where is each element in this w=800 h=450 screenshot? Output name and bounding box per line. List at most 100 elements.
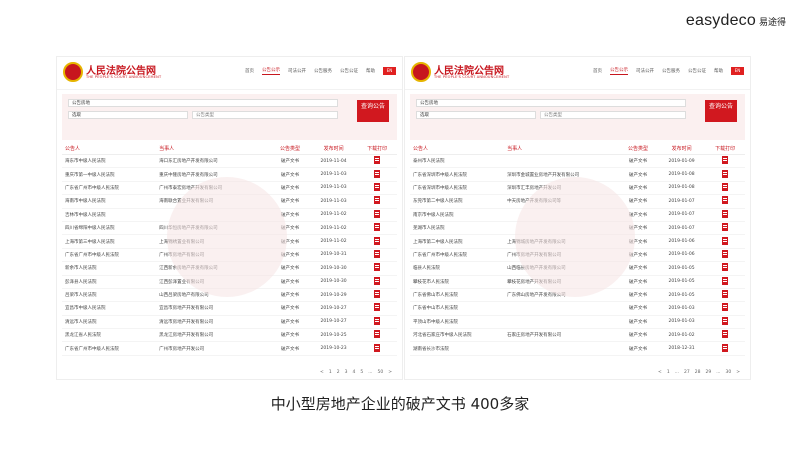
nav-item-announcements[interactable]: 公告公示: [262, 67, 280, 75]
table-row[interactable]: 广东省中山市人民法院 破产文书 2019-01-03: [410, 302, 745, 316]
date-cell: 2019-01-06: [668, 252, 695, 258]
nav-item-announcements[interactable]: 公告公示: [610, 67, 628, 75]
pdf-download-icon[interactable]: [722, 276, 729, 285]
page-link[interactable]: 29: [705, 370, 711, 375]
nav-item-help[interactable]: 帮助: [366, 68, 375, 74]
page-link[interactable]: ...: [716, 370, 720, 375]
pdf-download-icon[interactable]: [374, 330, 381, 339]
pdf-download-icon[interactable]: [374, 209, 381, 218]
search-area: 公告房地 选取 公告类型 查询公告: [62, 94, 397, 140]
table-row[interactable]: 黑龙江省人民法院 黑龙江房地产开发有限公司 破产文书 2019-10-25: [62, 329, 397, 343]
type-cell: 破产文书: [628, 279, 647, 285]
pdf-download-icon[interactable]: [374, 276, 381, 285]
pdf-download-icon[interactable]: [374, 316, 381, 325]
page-link[interactable]: <: [320, 370, 324, 375]
pdf-download-icon[interactable]: [374, 196, 381, 205]
type-select[interactable]: 公告类型: [192, 111, 338, 119]
search-button[interactable]: 查询公告: [357, 100, 389, 122]
page-link[interactable]: 1: [667, 370, 670, 375]
court-cell: 清远市人民法院: [65, 319, 97, 325]
date-cell: 2019-01-05: [668, 279, 695, 285]
page-link[interactable]: >: [736, 370, 740, 375]
table-header: 公告人 当事人 公告类型 发布时间 下载打印: [62, 143, 397, 155]
page-link[interactable]: 28: [695, 370, 701, 375]
nav-item-judicial[interactable]: 司法公开: [636, 68, 654, 74]
pdf-download-icon[interactable]: [722, 263, 729, 272]
nav-item-judicial[interactable]: 司法公开: [288, 68, 306, 74]
download-cell: [357, 316, 397, 327]
nav-item-home[interactable]: 首页: [593, 68, 602, 74]
court-cell: 芜湖市人民法院: [413, 226, 445, 232]
nav-item-notary[interactable]: 公告公证: [688, 68, 706, 74]
type-select[interactable]: 公告类型: [540, 111, 686, 119]
pdf-download-icon[interactable]: [722, 209, 729, 218]
pdf-download-icon[interactable]: [722, 249, 729, 258]
language-flag-button[interactable]: EN: [383, 67, 396, 75]
court-emblem-icon: [63, 62, 83, 82]
pdf-download-icon[interactable]: [374, 223, 381, 232]
region-select[interactable]: 选取: [68, 111, 188, 119]
pdf-download-icon[interactable]: [374, 303, 381, 312]
pdf-download-icon[interactable]: [374, 169, 381, 178]
nav-item-notary[interactable]: 公告公证: [340, 68, 358, 74]
type-cell: 破产文书: [628, 172, 647, 178]
pdf-download-icon[interactable]: [722, 182, 729, 191]
pdf-download-icon[interactable]: [722, 156, 729, 165]
nav-item-service[interactable]: 公告服务: [314, 68, 332, 74]
pdf-download-icon[interactable]: [722, 223, 729, 232]
search-input[interactable]: 公告房地: [68, 99, 338, 107]
pdf-download-icon[interactable]: [722, 196, 729, 205]
search-area: 公告房地 选取 公告类型 查询公告: [410, 94, 745, 140]
pdf-download-icon[interactable]: [374, 263, 381, 272]
pdf-download-icon[interactable]: [722, 330, 729, 339]
pdf-download-icon[interactable]: [722, 316, 729, 325]
pdf-download-icon[interactable]: [374, 249, 381, 258]
download-cell: [357, 290, 397, 300]
page-link[interactable]: 30: [725, 370, 731, 375]
page-link[interactable]: ...: [675, 370, 679, 375]
page-link[interactable]: 2: [337, 370, 340, 375]
table-row[interactable]: 平顶山市中级人民法院 破产文书 2019-01-03: [410, 316, 745, 330]
pdf-download-icon[interactable]: [722, 236, 729, 245]
page-link[interactable]: 50: [377, 370, 383, 375]
pdf-download-icon[interactable]: [374, 290, 381, 299]
nav-item-help[interactable]: 帮助: [714, 68, 723, 74]
nav-item-service[interactable]: 公告服务: [662, 68, 680, 74]
table-row[interactable]: 广东省广州市中级人民法院 广州市房地产开发公司 破产文书 2019-10-23: [62, 342, 397, 356]
page-link[interactable]: 3: [345, 370, 348, 375]
search-button[interactable]: 查询公告: [705, 100, 737, 122]
pdf-download-icon[interactable]: [722, 290, 729, 299]
page-link[interactable]: 27: [684, 370, 690, 375]
brand-logo-text: easydeco: [685, 12, 756, 29]
page-link[interactable]: <: [658, 370, 662, 375]
pdf-download-icon[interactable]: [374, 236, 381, 245]
pdf-download-icon[interactable]: [722, 343, 729, 352]
table-row[interactable]: 湖南省长沙市法院 破产文书 2018-12-31: [410, 342, 745, 356]
page-link[interactable]: ...: [368, 370, 372, 375]
download-cell: [705, 196, 745, 206]
page-link[interactable]: 4: [352, 370, 355, 375]
type-cell: 破产文书: [280, 159, 299, 165]
table-row[interactable]: 宜昌市中级人民法院 宜昌市房地产开发有限公司 破产文书 2019-10-27: [62, 302, 397, 316]
table-row[interactable]: 清远市人民法院 清远市房地产开发有限公司 破产文书 2019-10-27: [62, 316, 397, 330]
pdf-download-icon[interactable]: [374, 182, 381, 191]
date-cell: 2019-11-04: [320, 158, 347, 164]
language-flag-button[interactable]: EN: [731, 67, 744, 75]
region-select[interactable]: 选取: [416, 111, 536, 119]
site-header: 人民法院公告网 THE PEOPLE'S COURT ANNOUNCEMENT …: [57, 57, 402, 90]
nav-item-home[interactable]: 首页: [245, 68, 254, 74]
pagination: <1 2 3 4 5... 50 >: [320, 370, 392, 375]
page-link[interactable]: 5: [360, 370, 363, 375]
pdf-download-icon[interactable]: [374, 156, 381, 165]
table-row[interactable]: 海东市中级人民法院 海口东汇房地产开发有限公司 破产文书 2019-11-04: [62, 155, 397, 169]
table-row[interactable]: 河北省石家庄市中级人民法院 石家庄房地产开发有限公司 破产文书 2019-01-02: [410, 329, 745, 343]
pdf-download-icon[interactable]: [374, 343, 381, 352]
page-link[interactable]: 1: [329, 370, 332, 375]
date-cell: 2019-01-05: [668, 265, 695, 271]
party-cell: 广州市房地产开发公司: [159, 346, 205, 352]
page-link[interactable]: >: [388, 370, 392, 375]
pdf-download-icon[interactable]: [722, 303, 729, 312]
table-row[interactable]: 泰州市人民法院 破产文书 2019-01-09: [410, 155, 745, 169]
pdf-download-icon[interactable]: [722, 169, 729, 178]
search-input[interactable]: 公告房地: [416, 99, 686, 107]
